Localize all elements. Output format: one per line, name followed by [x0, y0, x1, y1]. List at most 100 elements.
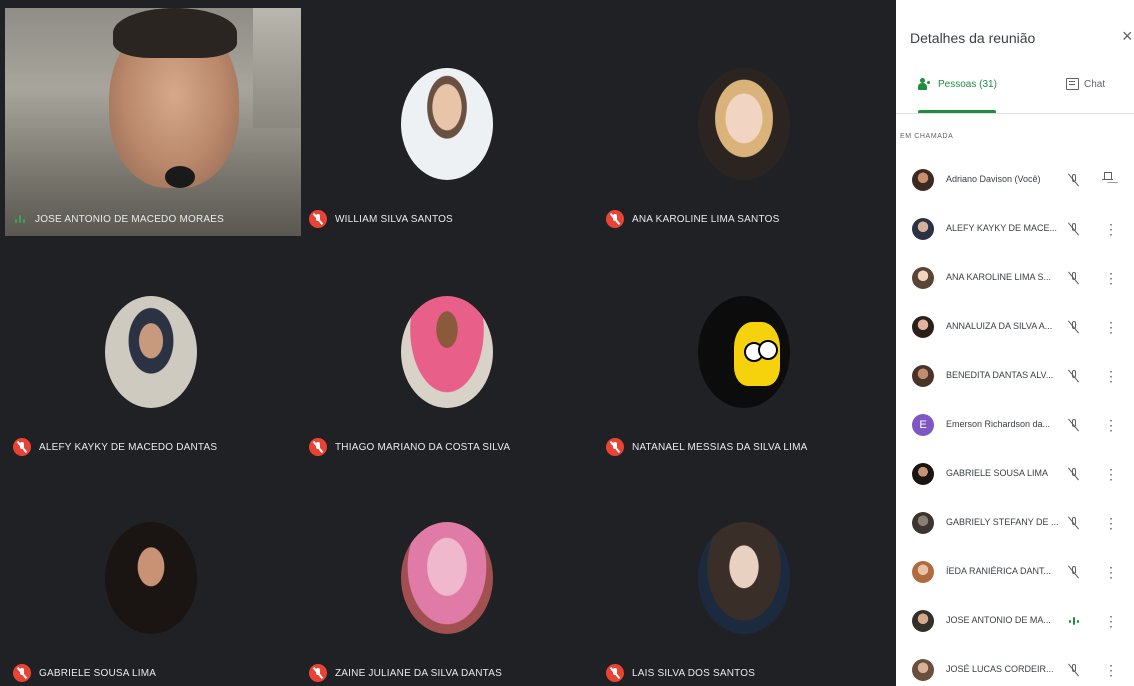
- participant-list: Adriano Davison (Você) ALEFY KAYKY DE MA…: [896, 162, 1134, 686]
- chat-icon: [1066, 78, 1079, 90]
- more-options-icon[interactable]: ⋮: [1104, 268, 1118, 288]
- participant-name-tag: ANA KAROLINE LIMA SANTOS: [606, 210, 779, 228]
- speaking-icon: [1066, 613, 1082, 629]
- participant-name: LAIS SILVA DOS SANTOS: [632, 667, 756, 679]
- tab-people-label: Pessoas (31): [938, 78, 997, 90]
- avatar: [912, 365, 934, 387]
- headset-mic: [165, 166, 195, 188]
- participant-name: ALEFY KAYKY DE MACE...: [946, 223, 1058, 233]
- participant-name-tag: ZAINE JULIANE DA SILVA DANTAS: [309, 664, 502, 682]
- participant-name: JOSE ANTONIO DE MA...: [946, 615, 1051, 625]
- more-options-icon[interactable]: ⋮: [1104, 464, 1118, 484]
- participant-row[interactable]: GABRIELE SOUSA LIMA ⋮: [896, 456, 1134, 505]
- avatar: [912, 512, 934, 534]
- participant-name: GABRIELE SOUSA LIMA: [39, 667, 157, 679]
- more-options-icon[interactable]: ⋮: [1104, 219, 1118, 239]
- participant-tile[interactable]: JOSE ANTONIO DE MACEDO MORAES: [5, 8, 303, 236]
- participant-name-tag: NATANAEL MESSIAS DA SILVA LIMA: [606, 438, 808, 456]
- participant-name: ANA KAROLINE LIMA SANTOS: [632, 213, 780, 225]
- participant-tile[interactable]: ZAINE JULIANE DA SILVA DANTAS: [301, 462, 599, 686]
- participant-name-tag: JOSE ANTONIO DE MACEDO MORAES: [13, 212, 224, 226]
- avatar: [401, 296, 493, 408]
- more-options-icon[interactable]: ⋮: [1104, 660, 1118, 680]
- more-options-icon[interactable]: ⋮: [1104, 513, 1118, 533]
- avatar: [698, 296, 790, 408]
- participant-hair: [113, 8, 237, 58]
- participant-row[interactable]: JOSÉ LUCAS CORDEIR... ⋮: [896, 652, 1134, 686]
- participant-tile[interactable]: LAIS SILVA DOS SANTOS: [598, 462, 896, 686]
- mic-off-icon: [13, 664, 31, 682]
- speaking-indicator-icon: [13, 212, 27, 226]
- meeting-details-panel: Detalhes da reunião × Pessoas (31) Chat …: [896, 0, 1134, 686]
- mic-off-icon: [606, 438, 624, 456]
- participant-name-tag: ALEFY KAYKY DE MACEDO DANTAS: [13, 438, 217, 456]
- tab-chat-label: Chat: [1084, 78, 1106, 90]
- avatar-letter: E: [912, 414, 934, 436]
- tab-chat[interactable]: Chat: [1066, 78, 1105, 90]
- participant-name: WILLIAM SILVA SANTOS: [335, 213, 453, 225]
- avatar: [401, 68, 493, 180]
- participant-tile[interactable]: WILLIAM SILVA SANTOS: [301, 8, 599, 236]
- participant-tile[interactable]: THIAGO MARIANO DA COSTA SILVA: [301, 236, 599, 464]
- close-icon[interactable]: ×: [1122, 26, 1133, 47]
- mic-off-icon: [1066, 417, 1082, 433]
- participant-name: GABRIELE SOUSA LIMA: [946, 468, 1049, 478]
- participant-row[interactable]: Adriano Davison (Você): [896, 162, 1134, 211]
- participant-name: Emerson Richardson da...: [946, 419, 1051, 429]
- mic-off-icon: [1066, 319, 1082, 335]
- avatar: [912, 561, 934, 583]
- participant-name: JOSÉ LUCAS CORDEIR...: [946, 664, 1054, 674]
- avatar: [401, 522, 493, 634]
- avatar: [698, 522, 790, 634]
- divider: [896, 113, 1134, 114]
- mic-off-icon: [606, 664, 624, 682]
- background-shelf: [253, 8, 303, 128]
- mic-off-icon: [1066, 270, 1082, 286]
- participant-row[interactable]: ALEFY KAYKY DE MACE... ⋮: [896, 211, 1134, 260]
- panel-title: Detalhes da reunião: [910, 30, 1036, 46]
- more-options-icon[interactable]: ⋮: [1104, 562, 1118, 582]
- tab-people[interactable]: Pessoas (31): [918, 78, 997, 90]
- participant-row[interactable]: JOSE ANTONIO DE MA... ⋮: [896, 603, 1134, 652]
- mic-off-icon: [309, 438, 327, 456]
- avatar: [698, 68, 790, 180]
- participant-name: Adriano Davison (Você): [946, 174, 1041, 184]
- people-icon: [918, 78, 933, 90]
- section-header: EM CHAMADA: [900, 133, 954, 140]
- video-grid: JOSE ANTONIO DE MACEDO MORAES WILLIAM SI…: [0, 0, 896, 686]
- more-options-icon[interactable]: ⋮: [1104, 366, 1118, 386]
- participant-row[interactable]: GABRIELY STEFANY DE ... ⋮: [896, 505, 1134, 554]
- pin-icon[interactable]: [1102, 171, 1114, 187]
- avatar: [912, 316, 934, 338]
- avatar: [912, 610, 934, 632]
- participant-row[interactable]: ANNALUIZA DA SILVA A... ⋮: [896, 309, 1134, 358]
- participant-row[interactable]: BENEDITA DANTAS ALV... ⋮: [896, 358, 1134, 407]
- participant-name: ANNALUIZA DA SILVA A...: [946, 321, 1053, 331]
- mic-off-icon: [1066, 662, 1082, 678]
- avatar: [105, 522, 197, 634]
- avatar: [105, 296, 197, 408]
- participant-name-tag: GABRIELE SOUSA LIMA: [13, 664, 156, 682]
- participant-tile[interactable]: GABRIELE SOUSA LIMA: [5, 462, 303, 686]
- participant-row[interactable]: E Emerson Richardson da... ⋮: [896, 407, 1134, 456]
- mic-off-icon: [309, 664, 327, 682]
- participant-tile[interactable]: NATANAEL MESSIAS DA SILVA LIMA: [598, 236, 896, 464]
- mic-off-icon: [1066, 221, 1082, 237]
- video-feed: [5, 8, 303, 236]
- more-options-icon[interactable]: ⋮: [1104, 611, 1118, 631]
- participant-name: ANA KAROLINE LIMA S...: [946, 272, 1052, 282]
- more-options-icon[interactable]: ⋮: [1104, 415, 1118, 435]
- mic-off-icon: [1066, 368, 1082, 384]
- participant-row[interactable]: ÍEDA RANIÉRICA DANT... ⋮: [896, 554, 1134, 603]
- mic-off-icon: [13, 438, 31, 456]
- participant-name: ZAINE JULIANE DA SILVA DANTAS: [335, 667, 502, 679]
- mic-off-icon: [1066, 515, 1082, 531]
- mic-off-icon: [1066, 466, 1082, 482]
- participant-name-tag: LAIS SILVA DOS SANTOS: [606, 664, 755, 682]
- avatar: [912, 218, 934, 240]
- participant-tile[interactable]: ANA KAROLINE LIMA SANTOS: [598, 8, 896, 236]
- participant-row[interactable]: ANA KAROLINE LIMA S... ⋮: [896, 260, 1134, 309]
- participant-tile[interactable]: ALEFY KAYKY DE MACEDO DANTAS: [5, 236, 303, 464]
- more-options-icon[interactable]: ⋮: [1104, 317, 1118, 337]
- participant-name: GABRIELY STEFANY DE ...: [946, 517, 1059, 527]
